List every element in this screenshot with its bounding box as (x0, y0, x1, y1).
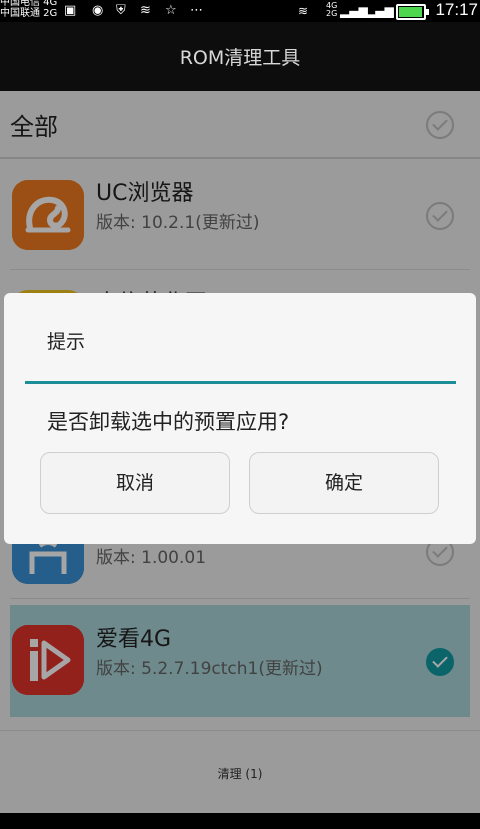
dialog-title-divider (25, 381, 456, 384)
signal-icon: ▂▄▆ (340, 4, 368, 18)
cancel-button[interactable]: 取消 (40, 452, 230, 514)
signal-2-icon: ▂▄▆ (366, 4, 394, 18)
title-bar: ROM清理工具 (0, 22, 480, 91)
navigation-bar (0, 813, 480, 829)
confirm-button[interactable]: 确定 (249, 452, 439, 514)
app-notification-icon: ◉ (92, 3, 104, 18)
carrier-line-1: 中国电信 4G (0, 0, 58, 8)
gallery-notification-icon: ▣ (64, 3, 77, 18)
battery-level (399, 7, 422, 17)
clock: 17:17 (435, 0, 478, 19)
battery-icon (396, 4, 429, 20)
qq-notification-icon: ☆ (165, 3, 177, 18)
wifi-icon: ≋ (298, 4, 309, 18)
status-bar: 中国电信 4G 中国联通 2G ▣ ◉ ⛨ ≋ ☆ ⋯ ≋ 4G 2G ▂▄▆ ▂… (0, 0, 480, 22)
dialog-title: 提示 (47, 331, 86, 353)
dialog-message: 是否卸载选中的预置应用? (47, 410, 290, 434)
carrier-info: 中国电信 4G 中国联通 2G (0, 0, 57, 19)
more-notifications-icon: ⋯ (190, 3, 203, 18)
carrier-line-2: 中国联通 2G (0, 8, 58, 19)
wifi-notification-icon: ≋ (140, 3, 151, 18)
shield-notification-icon: ⛨ (116, 3, 126, 18)
network-type-icon: 4G 2G (326, 1, 338, 18)
confirm-dialog: 提示 是否卸载选中的预置应用? 取消 确定 (4, 293, 476, 544)
page-title: ROM清理工具 (179, 47, 301, 69)
